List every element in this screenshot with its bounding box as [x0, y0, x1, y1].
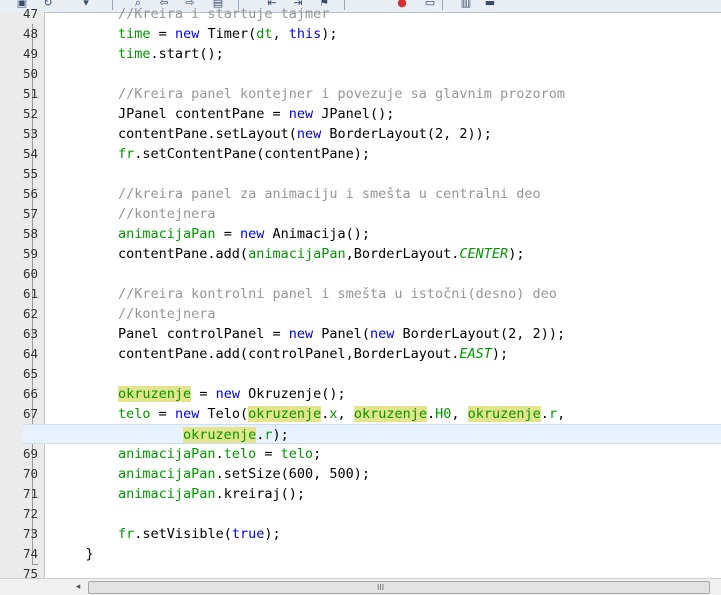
line-number: 72	[22, 506, 38, 521]
code-line-current[interactable]: okruzenje.r);	[23, 424, 721, 444]
line-number: 74	[22, 546, 38, 561]
line-number: 62	[22, 306, 38, 321]
code-text: animacijaPan.setSize(600, 500);	[118, 466, 371, 482]
code-line[interactable]: contentPane.add(controlPanel,BorderLayou…	[45, 344, 721, 364]
line-number: 48	[22, 26, 38, 41]
code-line[interactable]: //Kreira kontrolni panel i smešta u isto…	[45, 284, 721, 304]
line-number: 66	[22, 386, 38, 401]
code-line[interactable]: //Kreira panel kontejner i povezuje sa g…	[45, 84, 721, 104]
line-number: 49	[22, 46, 38, 61]
code-line[interactable]: time.start();	[45, 44, 721, 64]
code-line[interactable]: animacijaPan = new Animacija();	[45, 224, 721, 244]
code-text: JPanel contentPane = new JPanel();	[53, 106, 395, 122]
code-line[interactable]: animacijaPan.setSize(600, 500);	[45, 464, 721, 484]
line-number: 65	[22, 366, 38, 381]
code-line[interactable]	[45, 364, 721, 384]
code-line[interactable]: telo = new Telo(okruzenje.x, okruzenje.H…	[45, 404, 721, 424]
scroll-left-arrow-icon[interactable]: ◂	[72, 581, 84, 593]
code-text: //kreira panel za animaciju i smešta u c…	[118, 186, 541, 202]
code-text: animacijaPan.kreiraj();	[118, 486, 305, 502]
code-line[interactable]: Panel controlPanel = new Panel(new Borde…	[45, 324, 721, 344]
code-text: //Kreira panel kontejner i povezuje sa g…	[118, 86, 566, 102]
code-line[interactable]: time = new Timer(dt, this);	[45, 24, 721, 44]
line-number: 56	[22, 186, 38, 201]
code-line[interactable]: //kontejnera	[45, 304, 721, 324]
line-number: 50	[22, 66, 38, 81]
line-number: 53	[22, 126, 38, 141]
code-text: time = new Timer(dt, this);	[118, 26, 338, 42]
code-line[interactable]: okruzenje = new Okruzenje();	[45, 384, 721, 404]
line-number: 52	[22, 106, 38, 121]
line-number: 73	[22, 526, 38, 541]
line-number: 59	[22, 246, 38, 261]
code-text: //kontejnera	[118, 306, 216, 322]
code-text: //Kreira i startuje tajmer	[118, 6, 330, 22]
line-number: 64	[22, 346, 38, 361]
code-line[interactable]: //Kreira i startuje tajmer	[45, 4, 721, 24]
code-text: contentPane.add(controlPanel,BorderLayou…	[53, 346, 509, 362]
line-number: 67	[22, 406, 38, 421]
line-number: 60	[22, 266, 38, 281]
code-text: fr.setContentPane(contentPane);	[118, 146, 370, 162]
code-text: fr.setVisible(true);	[118, 526, 281, 542]
code-text: contentPane.add(animacijaPan,BorderLayou…	[53, 246, 525, 262]
scrollbar-grip: III	[377, 583, 385, 592]
code-text: Panel controlPanel = new Panel(new Borde…	[53, 326, 566, 342]
code-editor[interactable]: //Kreira i startuje tajmer time = new Ti…	[23, 6, 721, 578]
code-text: telo = new Telo(okruzenje.x, okruzenje.H…	[118, 406, 566, 422]
line-number: 69	[22, 446, 38, 461]
code-line[interactable]: animacijaPan.kreiraj();	[45, 484, 721, 504]
code-line[interactable]: JPanel contentPane = new JPanel();	[45, 104, 721, 124]
line-number: 54	[22, 146, 38, 161]
horizontal-scrollbar[interactable]: ◂ III	[0, 578, 721, 595]
line-number: 61	[22, 286, 38, 301]
code-text: okruzenje = new Okruzenje();	[118, 386, 346, 402]
code-line[interactable]	[45, 164, 721, 184]
code-text: animacijaPan = new Animacija();	[118, 226, 371, 242]
code-line[interactable]	[45, 64, 721, 84]
line-number: 71	[22, 486, 38, 501]
code-text: contentPane.setLayout(new BorderLayout(2…	[53, 126, 492, 142]
code-text: }	[53, 546, 94, 562]
code-text: time.start();	[118, 46, 224, 62]
code-line[interactable]: animacijaPan.telo = telo;	[45, 444, 721, 464]
code-text: animacijaPan.telo = telo;	[118, 446, 322, 462]
code-line[interactable]	[45, 504, 721, 524]
line-number: 57	[22, 206, 38, 221]
code-line[interactable]: fr.setVisible(true);	[45, 524, 721, 544]
code-text: //kontejnera	[118, 206, 216, 222]
code-text: //Kreira kontrolni panel i smešta u isto…	[118, 286, 557, 302]
scrollbar-thumb[interactable]: III	[88, 581, 710, 594]
code-line[interactable]: //kontejnera	[45, 204, 721, 224]
line-number: 63	[22, 326, 38, 341]
line-number: 58	[22, 226, 38, 241]
code-line[interactable]	[45, 264, 721, 284]
code-line[interactable]: }	[45, 544, 721, 564]
code-line[interactable]: contentPane.setLayout(new BorderLayout(2…	[45, 124, 721, 144]
line-number: 51	[22, 86, 38, 101]
line-number: 47	[22, 6, 38, 21]
code-line[interactable]: //kreira panel za animaciju i smešta u c…	[45, 184, 721, 204]
code-text: okruzenje.r);	[183, 427, 289, 443]
line-number-gutter: 47 48 49 50 51 52 53 54 55 56 57 58 59 60 61 62 63 64 65 66…	[0, 6, 45, 581]
line-number: 70	[22, 466, 38, 481]
line-number: 55	[22, 166, 38, 181]
code-line[interactable]: fr.setContentPane(contentPane);	[45, 144, 721, 164]
code-line[interactable]: contentPane.add(animacijaPan,BorderLayou…	[45, 244, 721, 264]
